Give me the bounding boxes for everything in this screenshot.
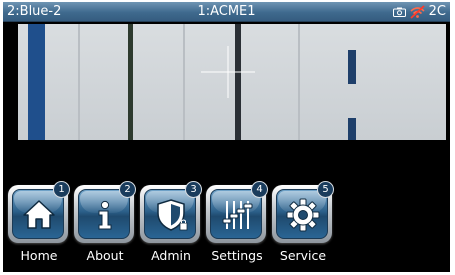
about-button[interactable]: 2 — [74, 181, 136, 243]
panel-seam — [183, 24, 185, 140]
shield-lock-icon — [157, 199, 188, 231]
settings-button[interactable]: 4 — [206, 181, 268, 243]
gear-icon — [286, 198, 320, 232]
menu-number-badge: 1 — [53, 181, 70, 198]
dark-stripe — [128, 24, 133, 140]
admin-button[interactable]: 3 — [140, 181, 202, 243]
status-code: 2C — [428, 4, 446, 19]
menu-number-badge: 4 — [251, 181, 268, 198]
home-button[interactable]: 1 — [8, 181, 70, 243]
menu-label: Admin — [151, 248, 191, 263]
status-area: 2C — [392, 2, 446, 21]
signal-off-icon — [410, 4, 425, 19]
blue-mark — [348, 50, 356, 84]
camera-icon — [392, 7, 406, 17]
blue-post — [28, 24, 45, 140]
menu-number-badge: 2 — [119, 181, 136, 198]
menu-item-service[interactable]: 5 Service — [272, 181, 334, 269]
sliders-icon — [222, 201, 253, 229]
main-menu: 1 Home 2 About 3 Admin 4 Settings 5 Serv… — [8, 181, 338, 269]
info-icon — [98, 200, 112, 230]
device-screen: 2:Blue-2 1:ACME1 2C 1 Home 2 About 3 Adm… — [3, 2, 450, 272]
menu-number-badge: 5 — [317, 181, 334, 198]
menu-label: Service — [279, 248, 327, 263]
device-name: 1:ACME1 — [197, 4, 256, 19]
menu-label: About — [86, 248, 124, 263]
menu-item-home[interactable]: 1 Home — [8, 181, 70, 269]
menu-item-about[interactable]: 2 About — [74, 181, 136, 269]
home-icon — [23, 200, 55, 229]
service-button[interactable]: 5 — [272, 181, 334, 243]
menu-label: Home — [20, 248, 58, 263]
menu-number-badge: 3 — [185, 181, 202, 198]
camera-view[interactable] — [18, 24, 446, 140]
panel-seam — [298, 24, 300, 140]
crosshair-icon — [201, 46, 255, 98]
menu-label: Settings — [211, 248, 263, 263]
blue-mark — [348, 118, 356, 140]
title-bar: 2:Blue-2 1:ACME1 2C — [3, 2, 450, 22]
menu-item-admin[interactable]: 3 Admin — [140, 181, 202, 269]
panel-seam — [78, 24, 80, 140]
menu-item-settings[interactable]: 4 Settings — [206, 181, 268, 269]
